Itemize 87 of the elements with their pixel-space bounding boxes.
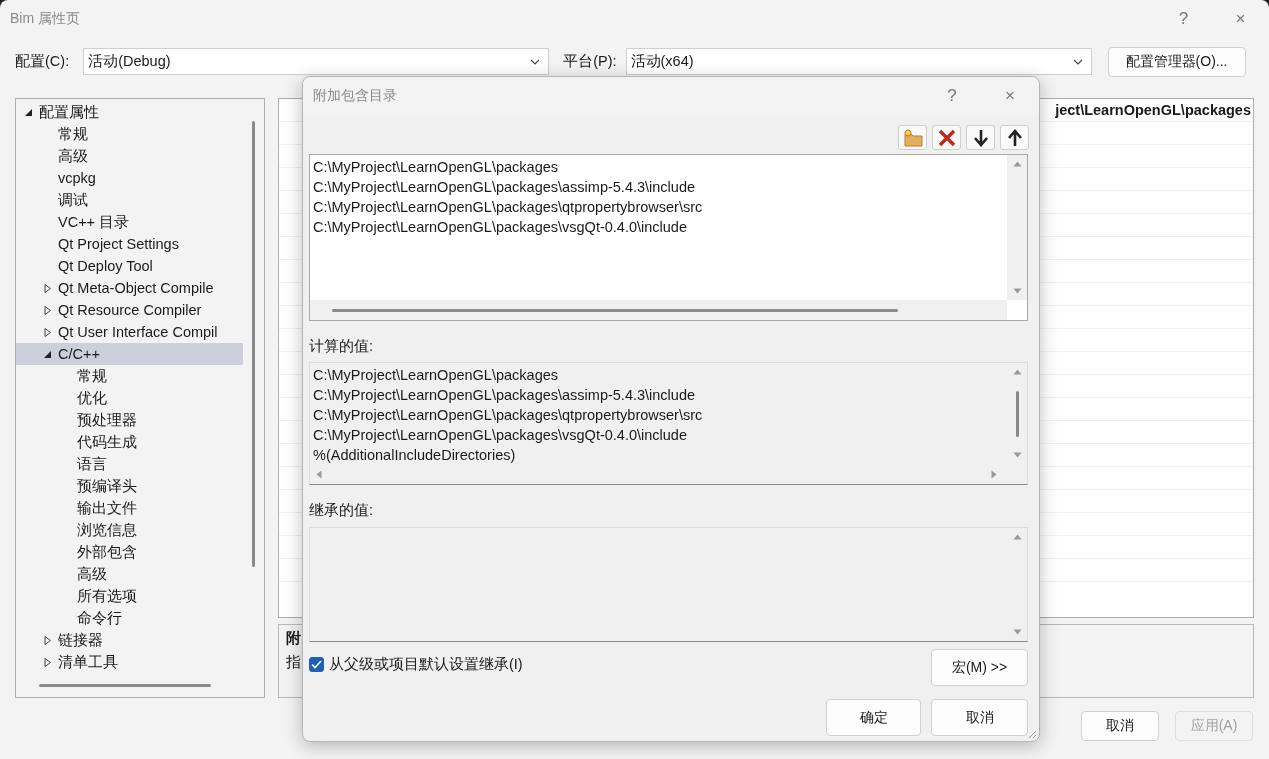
tree-item[interactable]: 清单工具 <box>16 651 243 673</box>
tree-item[interactable]: 预编译头 <box>16 475 243 497</box>
tree-item[interactable]: 调试 <box>16 189 243 211</box>
new-folder-button[interactable] <box>898 125 927 150</box>
tree-item[interactable]: 代码生成 <box>16 431 243 453</box>
resize-grip-icon <box>1027 729 1037 739</box>
tree-item[interactable]: 浏览信息 <box>16 519 243 541</box>
window-title: Bim 属性页 <box>10 10 80 28</box>
tree-item[interactable]: 常规 <box>16 123 243 145</box>
help-button[interactable]: ? <box>1155 9 1212 29</box>
tree-item[interactable]: C/C++ <box>16 343 243 365</box>
path-line: C:\MyProject\LearnOpenGL\packages\assimp-5.4.3\include <box>313 386 697 405</box>
tree-item[interactable]: 预处理器 <box>16 409 243 431</box>
path-line: C:\MyProject\LearnOpenGL\packages <box>313 366 559 385</box>
tree-item[interactable]: Qt Project Settings <box>16 233 243 255</box>
property-value: ject\LearnOpenGL\packages <box>1055 102 1252 118</box>
cancel-button[interactable]: 取消 <box>931 699 1028 736</box>
close-button[interactable]: × <box>981 86 1039 106</box>
config-dropdown[interactable]: 活动(Debug) <box>83 48 550 75</box>
vertical-scrollbar[interactable] <box>1007 155 1027 300</box>
expanded-arrow-icon <box>24 107 33 117</box>
inherited-label: 继承的值: <box>309 501 375 520</box>
tree-item[interactable]: 链接器 <box>16 629 243 651</box>
path-line: C:\MyProject\LearnOpenGL\packages\vsgQt-0.4.0\include <box>313 426 688 445</box>
tree-item[interactable]: 命令行 <box>16 607 243 629</box>
scroll-down-icon <box>1012 288 1022 294</box>
scroll-down-icon <box>1012 629 1022 635</box>
tree-item[interactable]: Qt User Interface Compil <box>16 321 243 343</box>
tree-item[interactable]: 高级 <box>16 145 243 167</box>
evaluated-label: 计算的值: <box>309 337 375 356</box>
tree-item[interactable]: Qt Deploy Tool <box>16 255 243 277</box>
directory-list[interactable]: C:\MyProject\LearnOpenGL\packages C:\MyProject\LearnOpenGL\packages\assimp-5.4.3\include C:\MyProject\LearnOpenGL\packages\qtpropertybrowser\src C:\MyProject\LearnOpenGL\packages\vsgQt-0.4.0\include <box>309 154 1028 321</box>
description-title: 附 <box>286 629 301 648</box>
path-line: C:\MyProject\LearnOpenGL\packages\qtpropertybrowser\src <box>313 406 704 425</box>
collapsed-arrow-icon <box>43 635 52 645</box>
cancel-button[interactable]: 取消 <box>1081 711 1159 741</box>
tree-item[interactable]: Qt Meta-Object Compile <box>16 277 243 299</box>
tree-item[interactable]: 配置属性 <box>16 101 243 123</box>
chevron-down-icon <box>530 58 541 65</box>
tree-item[interactable]: VC++ 目录 <box>16 211 243 233</box>
macro-button[interactable]: 宏(M) >> <box>931 649 1028 686</box>
scroll-up-icon <box>1012 161 1022 167</box>
close-button[interactable]: × <box>1212 9 1269 29</box>
scroll-up-icon <box>1012 534 1022 540</box>
path-line: C:\MyProject\LearnOpenGL\packages <box>313 158 559 177</box>
tree-item[interactable]: 高级 <box>16 563 243 585</box>
scroll-right-icon <box>991 469 997 479</box>
collapsed-arrow-icon <box>43 305 52 315</box>
config-manager-button[interactable]: 配置管理器(O)... <box>1107 46 1246 77</box>
horizontal-scrollbar[interactable] <box>310 300 1007 320</box>
move-down-button[interactable] <box>966 125 995 150</box>
config-label: 配置(C): <box>15 52 70 71</box>
scroll-up-icon <box>1012 369 1022 375</box>
path-line: C:\MyProject\LearnOpenGL\packages\assimp-5.4.3\include <box>313 178 697 197</box>
description-text: 指 <box>286 653 301 672</box>
tree-item[interactable]: vcpkg <box>16 167 243 189</box>
platform-dropdown[interactable]: 活动(x64) <box>625 48 1092 75</box>
path-line: C:\MyProject\LearnOpenGL\packages\qtpropertybrowser\src <box>313 198 704 217</box>
collapsed-arrow-icon <box>43 283 52 293</box>
path-line: C:\MyProject\LearnOpenGL\packages\vsgQt-0.4.0\include <box>313 218 688 237</box>
dialog-title: 附加包含目录 <box>313 87 397 105</box>
tree-item[interactable]: 输出文件 <box>16 497 243 519</box>
tree-item[interactable]: Qt Resource Compiler <box>16 299 243 321</box>
platform-label: 平台(P): <box>563 52 617 71</box>
delete-button[interactable] <box>932 125 961 150</box>
help-button[interactable]: ? <box>923 86 981 106</box>
vertical-scrollbar[interactable] <box>252 121 255 567</box>
inherit-checkbox[interactable]: 从父级或项目默认设置继承(I) <box>309 649 523 679</box>
tree-item[interactable]: 优化 <box>16 387 243 409</box>
scroll-down-icon <box>1012 452 1022 458</box>
collapsed-arrow-icon <box>43 327 52 337</box>
tree-item[interactable]: 外部包含 <box>16 541 243 563</box>
checkmark-icon <box>311 659 322 669</box>
tree-item[interactable]: 所有选项 <box>16 585 243 607</box>
collapsed-arrow-icon <box>43 657 52 667</box>
cross-icon <box>936 127 957 148</box>
tree-item[interactable]: 常规 <box>16 365 243 387</box>
horizontal-scrollbar[interactable] <box>39 684 211 687</box>
move-up-button[interactable] <box>1000 125 1029 150</box>
chevron-down-icon <box>1072 58 1083 65</box>
path-line: %(AdditionalIncludeDirectories) <box>313 446 517 465</box>
scroll-left-icon <box>316 469 322 479</box>
evaluated-list[interactable] <box>309 362 1028 485</box>
ok-button[interactable]: 确定 <box>826 699 921 736</box>
tree-item[interactable]: 语言 <box>16 453 243 475</box>
folder-icon <box>902 127 923 148</box>
expanded-arrow-icon <box>43 349 52 359</box>
